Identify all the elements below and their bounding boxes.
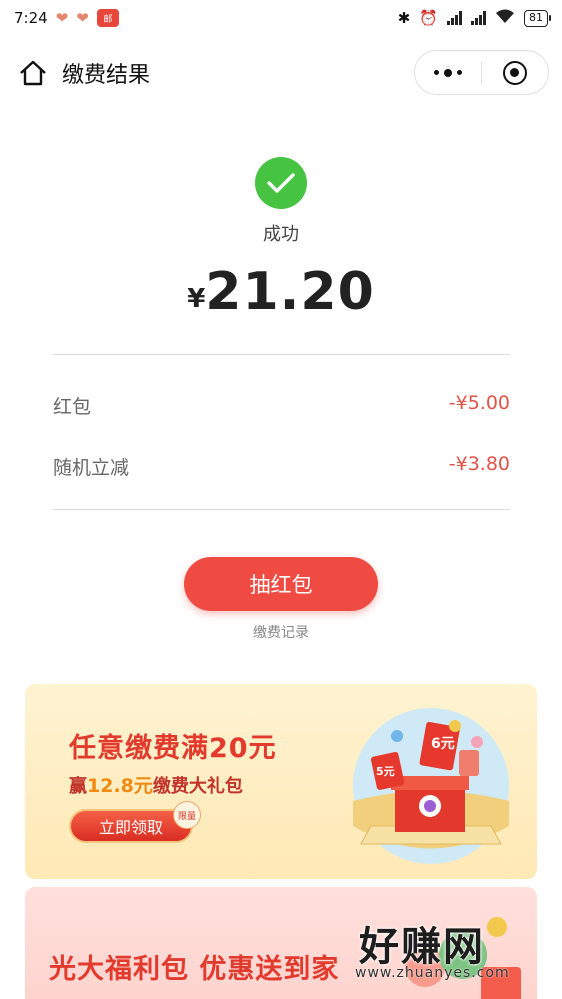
notification-app-icon: 邮 xyxy=(96,9,119,27)
art-label: 6元 xyxy=(431,736,455,752)
watermark-text: 好赚网 xyxy=(359,924,485,970)
discount-label: 随机立减 xyxy=(53,457,130,479)
discount-value: -¥5.00 xyxy=(448,392,510,414)
health-heart-icon: ❤ xyxy=(55,9,69,27)
banner-title: 任意缴费满20元 xyxy=(69,733,277,764)
discount-value: -¥3.80 xyxy=(448,453,510,475)
draw-red-packet-button[interactable]: 抽红包 xyxy=(184,557,378,611)
discount-row: 红包 -¥5.00 xyxy=(53,392,510,419)
discount-row: 随机立减 -¥3.80 xyxy=(53,453,510,480)
mini-program-capsule xyxy=(414,50,549,95)
more-dot-icon xyxy=(444,68,452,77)
watermark-url: www.zhuanyes.com xyxy=(355,965,510,981)
bluetooth-icon: ✱ xyxy=(397,9,411,27)
health-heart-icon: ❤ xyxy=(76,9,89,27)
battery-indicator: 81 xyxy=(524,9,551,27)
banner-subtitle-prefix: 赢 xyxy=(69,776,87,797)
promo-banner-payment-gift[interactable]: 任意缴费满20元 赢12.8元缴费大礼包 立即领取 限量 6元 5元 xyxy=(25,684,537,879)
limited-badge: 限量 xyxy=(173,801,201,829)
watermark: 好赚网 www.zhuanyes.com xyxy=(353,910,553,999)
art-label: 5元 xyxy=(376,765,395,778)
nav-bar: 缴费结果 xyxy=(0,40,562,104)
home-icon[interactable] xyxy=(18,58,48,88)
currency-symbol: ¥ xyxy=(187,284,206,314)
target-icon xyxy=(502,60,527,85)
signal-icon xyxy=(447,11,462,25)
alarm-icon: ⏰ xyxy=(419,9,438,27)
banner-title: 光大福利包 优惠送到家 xyxy=(49,954,340,985)
discount-label: 红包 xyxy=(53,396,92,418)
more-dot-icon xyxy=(434,70,439,75)
close-mini-program-button[interactable] xyxy=(482,60,548,85)
divider xyxy=(53,354,510,355)
banner-subtitle-suffix: 缴费大礼包 xyxy=(152,776,243,797)
signal-icon xyxy=(471,11,486,25)
banner-subtitle-highlight: 12.8元 xyxy=(87,775,153,797)
banner-subtitle: 赢12.8元缴费大礼包 xyxy=(69,771,243,798)
success-check-icon xyxy=(255,157,307,209)
wifi-icon xyxy=(495,9,515,28)
more-dot-icon xyxy=(457,70,462,75)
amount-value: 21.20 xyxy=(205,262,375,322)
page-title: 缴费结果 xyxy=(62,63,151,88)
status-bar: 7:24 ❤ ❤ 邮 ✱ ⏰ 81 xyxy=(0,0,562,36)
more-options-button[interactable] xyxy=(415,68,481,77)
payment-amount: ¥21.20 xyxy=(0,262,562,322)
status-time: 7:24 xyxy=(14,9,48,27)
gift-box-illustration-icon: 6元 5元 xyxy=(353,708,509,864)
payment-status-text: 成功 xyxy=(263,224,299,245)
payment-records-link[interactable]: 缴费记录 xyxy=(0,622,562,642)
divider xyxy=(53,509,510,510)
